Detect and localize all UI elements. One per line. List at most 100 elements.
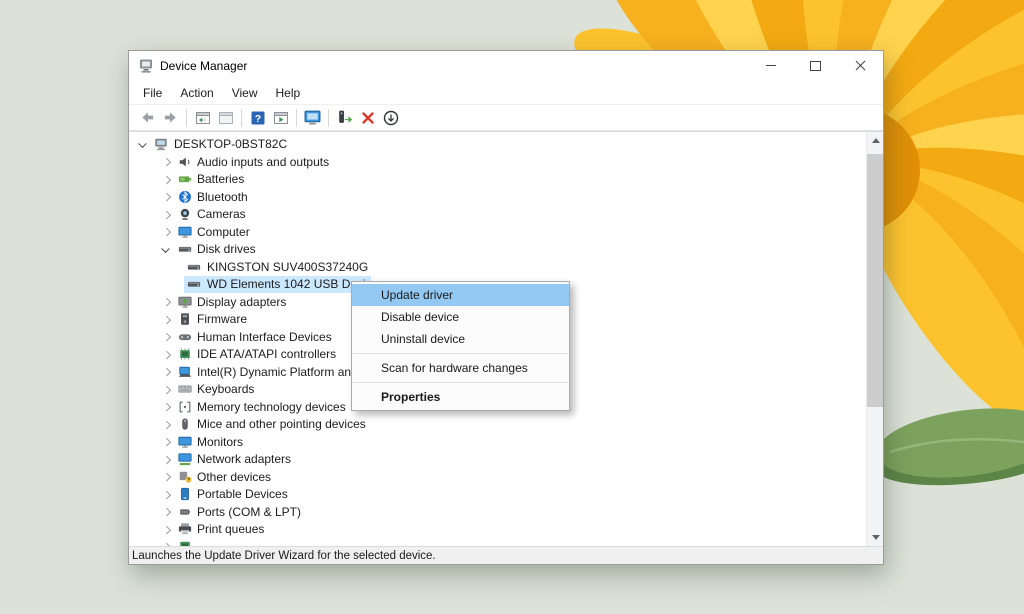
toolbar-separator bbox=[186, 109, 187, 127]
menu-bar: File Action View Help bbox=[129, 81, 883, 105]
tree-item-label: Intel(R) Dynamic Platform and T bbox=[197, 365, 368, 379]
tree-item-network-adapters[interactable]: Network adapters bbox=[129, 451, 883, 469]
laptop-icon bbox=[178, 365, 192, 379]
tree-item-print-queues[interactable]: Print queues bbox=[129, 521, 883, 539]
update-driver-button[interactable] bbox=[333, 107, 356, 129]
tree-item-label: Disk drives bbox=[197, 242, 256, 256]
tree-item-label: Firmware bbox=[197, 312, 247, 326]
chevron-right-icon[interactable] bbox=[161, 367, 172, 378]
chevron-right-icon[interactable] bbox=[161, 454, 172, 465]
mouse-icon bbox=[178, 417, 192, 431]
tree-item-label: Bluetooth bbox=[197, 190, 248, 204]
help-icon: ? bbox=[250, 110, 266, 126]
minimize-button[interactable] bbox=[748, 51, 793, 80]
scrollbar-thumb[interactable] bbox=[867, 154, 883, 407]
scroll-down-arrow-icon[interactable] bbox=[867, 529, 883, 546]
tree-item-label: Audio inputs and outputs bbox=[197, 155, 329, 169]
vertical-scrollbar[interactable] bbox=[866, 132, 883, 546]
tree-item-desktop-0bst82c[interactable]: DESKTOP-0BST82C bbox=[129, 136, 883, 154]
context-menu-separator bbox=[353, 382, 568, 383]
tree-item-disk-drives[interactable]: Disk drives bbox=[129, 241, 883, 259]
device-manager-app-icon bbox=[138, 58, 154, 74]
chevron-right-icon[interactable] bbox=[161, 192, 172, 203]
show-console-tree-button[interactable] bbox=[191, 107, 214, 129]
context-menu-properties[interactable]: Properties bbox=[352, 386, 569, 408]
tree-item-ports-com-lpt[interactable]: Ports (COM & LPT) bbox=[129, 503, 883, 521]
chevron-right-icon[interactable] bbox=[161, 524, 172, 535]
tree-item-audio-inputs-and-outputs[interactable]: Audio inputs and outputs bbox=[129, 153, 883, 171]
show-action-pane-button[interactable] bbox=[269, 107, 292, 129]
disable-device-button[interactable] bbox=[379, 107, 402, 129]
back-button[interactable] bbox=[136, 107, 159, 129]
chevron-right-icon[interactable] bbox=[161, 332, 172, 343]
close-button[interactable] bbox=[838, 51, 883, 80]
keyboard-icon bbox=[178, 382, 192, 396]
desktop-background: Device Manager File Action View Help bbox=[0, 0, 1024, 614]
menu-help[interactable]: Help bbox=[267, 83, 310, 103]
close-icon bbox=[855, 60, 867, 72]
uninstall-device-button[interactable] bbox=[356, 107, 379, 129]
chevron-right-icon[interactable] bbox=[161, 507, 172, 518]
printer-icon bbox=[178, 522, 192, 536]
tree-item-label: Portable Devices bbox=[197, 487, 288, 501]
tree-item-mice-and-other-pointing-devices[interactable]: Mice and other pointing devices bbox=[129, 416, 883, 434]
monitor-icon bbox=[178, 435, 192, 449]
chevron-down-icon[interactable] bbox=[138, 139, 149, 150]
menu-action[interactable]: Action bbox=[171, 83, 222, 103]
context-menu-update-driver[interactable]: Update driver bbox=[352, 284, 569, 306]
chevron-right-icon[interactable] bbox=[161, 297, 172, 308]
tree-item-label: Other devices bbox=[197, 470, 271, 484]
maximize-button[interactable] bbox=[793, 51, 838, 80]
svg-text:?: ? bbox=[254, 113, 260, 125]
menu-view[interactable]: View bbox=[223, 83, 267, 103]
tree-item-partial[interactable] bbox=[129, 538, 883, 546]
toolbar-separator bbox=[328, 109, 329, 127]
tree-item-bluetooth[interactable]: Bluetooth bbox=[129, 188, 883, 206]
tree-item-other-devices[interactable]: Other devices bbox=[129, 468, 883, 486]
context-menu-disable-device[interactable]: Disable device bbox=[352, 306, 569, 328]
scan-for-hardware-changes-button[interactable] bbox=[301, 107, 324, 129]
chevron-right-icon[interactable] bbox=[161, 472, 172, 483]
menu-file[interactable]: File bbox=[134, 83, 171, 103]
tree-item-label: Mice and other pointing devices bbox=[197, 417, 366, 431]
context-menu-uninstall-device[interactable]: Uninstall device bbox=[352, 328, 569, 350]
chevron-right-icon[interactable] bbox=[161, 174, 172, 185]
tree-item-monitors[interactable]: Monitors bbox=[129, 433, 883, 451]
toolbar-separator bbox=[241, 109, 242, 127]
chevron-right-icon[interactable] bbox=[161, 437, 172, 448]
tree-item-kingston-suv400s37240g[interactable]: KINGSTON SUV400S37240G bbox=[129, 258, 883, 276]
firmware-chip-icon bbox=[178, 312, 192, 326]
chevron-right-icon[interactable] bbox=[161, 209, 172, 220]
action-pane-window-icon bbox=[273, 110, 289, 126]
chevron-right-icon[interactable] bbox=[161, 157, 172, 168]
status-bar: Launches the Update Driver Wizard for th… bbox=[129, 546, 883, 564]
tree-item-label: Display adapters bbox=[197, 295, 286, 309]
chevron-right-icon[interactable] bbox=[161, 489, 172, 500]
forward-button[interactable] bbox=[159, 107, 182, 129]
chevron-right-icon[interactable] bbox=[161, 349, 172, 360]
tree-item-label: Human Interface Devices bbox=[197, 330, 332, 344]
properties-button[interactable] bbox=[214, 107, 237, 129]
properties-window-icon bbox=[218, 110, 234, 126]
chevron-right-icon[interactable] bbox=[161, 314, 172, 325]
speaker-icon bbox=[178, 155, 192, 169]
tree-item-computer[interactable]: Computer bbox=[129, 223, 883, 241]
disable-circle-down-icon bbox=[383, 110, 399, 126]
context-menu-scan-for-hardware-changes[interactable]: Scan for hardware changes bbox=[352, 357, 569, 379]
chevron-down-icon[interactable] bbox=[161, 244, 172, 255]
help-button[interactable]: ? bbox=[246, 107, 269, 129]
tree-item-batteries[interactable]: Batteries bbox=[129, 171, 883, 189]
minimize-icon bbox=[766, 65, 776, 66]
chevron-right-icon[interactable] bbox=[161, 419, 172, 430]
tree-item-label: Computer bbox=[197, 225, 250, 239]
tree-item-portable-devices[interactable]: Portable Devices bbox=[129, 486, 883, 504]
tree-item-label: IDE ATA/ATAPI controllers bbox=[197, 347, 336, 361]
chevron-right-icon[interactable] bbox=[161, 384, 172, 395]
tree-item-cameras[interactable]: Cameras bbox=[129, 206, 883, 224]
monitor-icon bbox=[178, 225, 192, 239]
chevron-right-icon[interactable] bbox=[161, 402, 172, 413]
chevron-right-icon[interactable] bbox=[161, 227, 172, 238]
bluetooth-icon bbox=[178, 190, 192, 204]
scroll-up-arrow-icon[interactable] bbox=[867, 132, 883, 149]
titlebar[interactable]: Device Manager bbox=[129, 51, 883, 81]
